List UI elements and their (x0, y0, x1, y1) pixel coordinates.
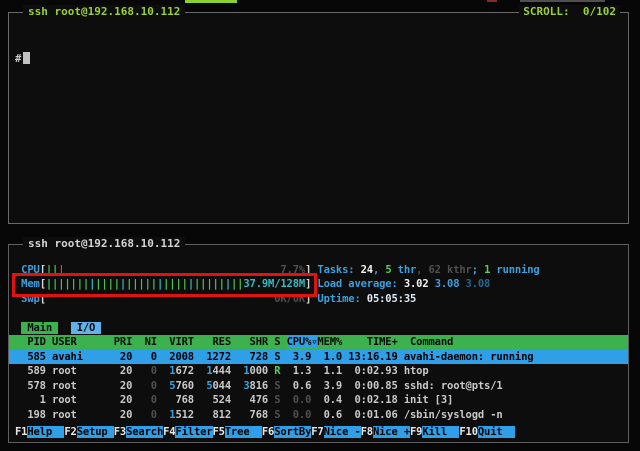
process-mem: 0.6 (317, 409, 342, 421)
fkey-f2[interactable]: F2 (64, 426, 76, 438)
process-user: root (52, 380, 114, 392)
mem-meter-bars: ||||| (126, 278, 157, 290)
process-row[interactable]: 589 root 20 0 1672 1444 1000 R 1.3 1.1 0… (9, 364, 628, 379)
pane-top-shell[interactable]: ssh root@192.168.10.112 SCROLL: 0/102 # (8, 12, 629, 224)
fkey-f8[interactable]: F8 (361, 426, 373, 438)
mem-meter-bars: || (231, 278, 243, 290)
process-time: 0:00.85 (342, 380, 404, 392)
mem-meter-label: Mem (21, 278, 40, 290)
process-user: root (52, 365, 114, 377)
fkey-label-f2[interactable]: Setup (77, 426, 114, 438)
process-pid: 1 (15, 394, 52, 406)
swap-usage-value: 0K/0K (274, 293, 305, 305)
process-pid: 585 (15, 351, 52, 363)
mem-usage-value: 37.9M/128M (243, 278, 305, 290)
pane-bottom-htop[interactable]: ssh root@192.168.10.112 CPU[||| 7.7%] Ta… (8, 244, 629, 443)
htop-blank-mid (9, 306, 628, 321)
fkey-label-f10[interactable]: Quit (478, 426, 515, 438)
cpu-meter-bars: || (46, 264, 58, 276)
process-cpu: 0.6 (287, 380, 312, 392)
process-time: 0:01.06 (342, 409, 404, 421)
terminal-screen: ssh root@192.168.10.112 SCROLL: 0/102 # … (0, 0, 640, 451)
fkey-label-f8[interactable]: Nice + (373, 426, 410, 438)
htop-function-key-bar: F1Help F2Setup F3SearchF4FilterF5Tree F6… (15, 426, 515, 439)
process-row[interactable]: 578 root 20 0 5760 5044 3816 S 0.6 3.9 0… (9, 379, 628, 394)
fkey-label-f5[interactable]: Tree (225, 426, 262, 438)
process-cpu: 0.0 (287, 409, 312, 421)
process-pid: 578 (15, 380, 52, 392)
process-pid: 589 (15, 365, 52, 377)
tab-io[interactable]: I/O (71, 322, 102, 334)
load-average: Load average: 3.02 3.08 3.08 (317, 278, 490, 290)
process-command: init [3] (404, 394, 453, 406)
fkey-f10[interactable]: F10 (459, 426, 478, 438)
top-edge-red-artifact (487, 0, 497, 2)
shell-prompt: # (15, 53, 21, 65)
fkey-label-f7[interactable]: Nice - (324, 426, 361, 438)
swap-meter-label: Swp (21, 293, 40, 305)
shell-prompt-line: # (9, 52, 628, 67)
process-time: 0:02.93 (342, 365, 404, 377)
htop-tabs: Main I/O (9, 321, 628, 336)
fkey-f1[interactable]: F1 (15, 426, 27, 438)
shell-output[interactable]: # (9, 13, 628, 223)
process-mem: 3.9 (317, 380, 342, 392)
sort-column-header[interactable]: CPU%▿ (287, 336, 318, 348)
mem-meter-bars: ||||| (194, 278, 225, 290)
process-cpu: 3.9 (287, 351, 312, 363)
process-mem: 0.4 (317, 394, 342, 406)
top-edge-gray-artifact (520, 0, 605, 2)
tab-main[interactable]: Main (21, 322, 58, 334)
process-row[interactable]: 198 root 20 0 1512 812 768 S 0.0 0.6 0:0… (9, 408, 628, 423)
process-pid: 198 (15, 409, 52, 421)
process-mem: 1.1 (317, 365, 342, 377)
htop-screen: CPU[||| 7.7%] Tasks: 24, 5 thr, 62 kthr;… (9, 245, 628, 442)
process-command: avahi-daemon: running (404, 351, 534, 363)
mem-meter-bars: |||| (163, 278, 188, 290)
process-user: avahi (52, 351, 114, 363)
uptime: Uptime: 05:05:35 (317, 293, 416, 305)
process-table-header: PID USER PRI NI VIRT RES SHR S CPU%▿MEM%… (9, 335, 628, 350)
fkey-label-f9[interactable]: Kill (422, 426, 459, 438)
top-edge-green-artifact (185, 0, 237, 3)
tasks-summary: Tasks: 24, 5 thr, 62 kthr; 1 running (317, 264, 539, 276)
fkey-f4[interactable]: F4 (163, 426, 175, 438)
fkey-label-f3[interactable]: Search (126, 426, 163, 438)
process-cpu: 1.3 (287, 365, 312, 377)
fkey-label-f6[interactable]: SortBy (274, 426, 311, 438)
process-user: root (52, 409, 114, 421)
fkey-f7[interactable]: F7 (311, 426, 323, 438)
cpu-usage-value: 7.7% (280, 264, 305, 276)
process-row[interactable]: 585 avahi 20 0 2008 1272 728 S 3.9 1.0 1… (9, 350, 628, 365)
process-command: htop (404, 365, 429, 377)
process-mem: 1.0 (317, 351, 342, 363)
text-cursor[interactable] (23, 52, 30, 64)
process-time: 13:16.19 (342, 351, 404, 363)
mem-meter-bars: |||| (95, 278, 120, 290)
process-command: sshd: root@pts/1 (404, 380, 503, 392)
swap-meter-line: Swp[ 0K/0K] Uptime: 05:05:35 (9, 292, 628, 307)
mem-meter-bars: ||||||| (46, 278, 89, 290)
process-time: 0:02.18 (342, 394, 404, 406)
fkey-f6[interactable]: F6 (262, 426, 274, 438)
cpu-meter-line: CPU[||| 7.7%] Tasks: 24, 5 thr, 62 kthr;… (9, 263, 628, 278)
process-row[interactable]: 1 root 20 0 768 524 476 S 0.0 0.4 0:02.1… (9, 393, 628, 408)
htop-blank-top (9, 248, 628, 263)
fkey-label-f4[interactable]: Filter (175, 426, 212, 438)
fkey-f9[interactable]: F9 (410, 426, 422, 438)
process-user: root (52, 394, 114, 406)
mem-meter-line: Mem[||||||||||||||||||||||||||||||||37.9… (9, 277, 628, 292)
fkey-f5[interactable]: F5 (213, 426, 225, 438)
cpu-meter-label: CPU (21, 264, 40, 276)
process-cpu: 0.0 (287, 394, 312, 406)
fkey-f3[interactable]: F3 (114, 426, 126, 438)
process-command: /sbin/syslogd -n (404, 409, 503, 421)
fkey-label-f1[interactable]: Help (27, 426, 64, 438)
